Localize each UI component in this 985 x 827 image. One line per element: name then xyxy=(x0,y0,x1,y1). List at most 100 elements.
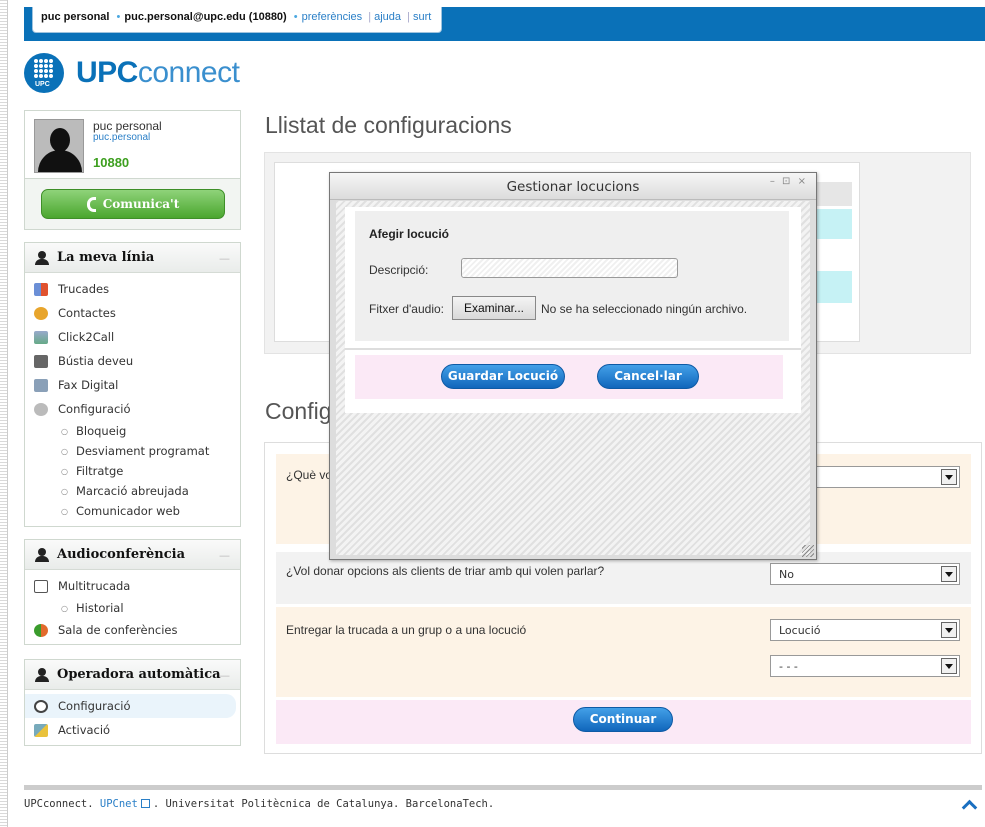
sidebar-item-trucades[interactable]: Trucades xyxy=(25,277,240,301)
sidebar-item-bustia[interactable]: Bústia deveu xyxy=(25,349,240,373)
divider xyxy=(345,348,801,350)
sidebar-subitem-comunicador[interactable]: Comunicador web xyxy=(25,501,240,521)
topbar-user-name: puc personal xyxy=(41,11,110,23)
panel-la-meva-linia: La meva línia — Trucades Contactes Click… xyxy=(24,242,241,527)
minimize-icon[interactable]: — xyxy=(219,252,230,265)
table-row[interactable] xyxy=(811,209,852,239)
continue-button[interactable]: Continuar xyxy=(573,707,673,732)
logo-small-text: UPC xyxy=(35,81,50,88)
footer-divider xyxy=(24,785,982,790)
sidebar-subitem-historial[interactable]: Historial xyxy=(25,598,240,618)
question-row-3: Entregar la trucada a un grup o a una lo… xyxy=(276,607,971,697)
contacts-icon xyxy=(34,306,48,320)
click2call-icon xyxy=(34,330,48,344)
sidebar-item-multitrucada[interactable]: Multitrucada xyxy=(25,574,240,598)
question-3-select-secondary[interactable]: - - - xyxy=(770,655,960,677)
chevron-down-icon xyxy=(941,658,957,674)
comunica-button[interactable]: Comunica't xyxy=(41,189,225,219)
user-tab: puc personal • puc.personal@upc.edu (1088… xyxy=(32,7,443,33)
top-bar: puc personal • puc.personal@upc.edu (1088… xyxy=(24,7,985,41)
preferences-link[interactable]: preferències xyxy=(302,11,363,23)
save-locution-button[interactable]: Guardar Locució xyxy=(441,364,565,389)
question-2-select[interactable]: No xyxy=(770,563,960,585)
sidebar-item-click2call[interactable]: Click2Call xyxy=(25,325,240,349)
fax-icon xyxy=(34,378,48,392)
sidebar-item-configuracio[interactable]: Configuració xyxy=(25,397,240,421)
question-label: ¿Vol donar opcions als clients de triar … xyxy=(286,564,605,578)
question-3-select[interactable]: Locució xyxy=(770,619,960,641)
profile-extension: 10880 xyxy=(93,155,130,170)
avatar xyxy=(34,119,84,173)
conference-room-icon xyxy=(34,623,48,637)
panel-header[interactable]: Operadora automàtica — xyxy=(25,660,240,690)
sidebar-subitem-bloqueig[interactable]: Bloqueig xyxy=(25,421,240,441)
dialog-content: Afegir locució Descripció: Fitxer d'audi… xyxy=(345,207,801,413)
calls-icon xyxy=(34,282,48,296)
scroll-top-icon[interactable] xyxy=(962,798,976,810)
phone-icon xyxy=(86,196,96,212)
dialog-title: Gestionar locucions xyxy=(506,179,640,195)
upcnet-link[interactable]: UPCnet xyxy=(100,798,138,810)
footer: UPCconnect. UPCnet. Universitat Politècn… xyxy=(24,798,495,810)
person-icon xyxy=(35,667,49,682)
manage-locutions-dialog: Gestionar locucions – ⊡ × Afegir locució… xyxy=(329,172,817,560)
page-title: Llistat de configuracions xyxy=(265,112,512,138)
voicemail-icon xyxy=(34,354,48,368)
separator: | xyxy=(368,11,372,23)
external-link-icon xyxy=(140,799,150,808)
minimize-icon[interactable]: — xyxy=(219,669,230,682)
table-row[interactable] xyxy=(811,271,852,303)
sidebar-item-contactes[interactable]: Contactes xyxy=(25,301,240,325)
sidebar-subitem-marcacio[interactable]: Marcació abreujada xyxy=(25,481,240,501)
dialog-body: Afegir locució Descripció: Fitxer d'audi… xyxy=(336,201,810,555)
browse-file-button[interactable]: Examinar... xyxy=(452,296,536,320)
panel-audioconferencia: Audioconferència — Multitrucada Historia… xyxy=(24,539,241,645)
profile-panel: puc personal puc.personal 10880 Comunica… xyxy=(24,110,241,230)
bullet-icon: • xyxy=(116,11,121,23)
minimize-icon[interactable]: — xyxy=(219,549,230,562)
form-title: Afegir locució xyxy=(369,227,450,241)
upc-logo-icon: UPC xyxy=(24,53,64,93)
panel-header[interactable]: La meva línia — xyxy=(25,243,240,273)
panel-header[interactable]: Audioconferència — xyxy=(25,540,240,570)
sidebar-item-sala[interactable]: Sala de conferències xyxy=(25,618,240,642)
table-header xyxy=(811,182,852,206)
section-title: Config xyxy=(265,398,332,424)
sidebar-item-op-configuracio[interactable]: Configuració xyxy=(25,694,236,718)
headset-icon xyxy=(34,699,48,713)
left-border-decoration xyxy=(0,0,8,827)
sidebar-item-fax[interactable]: Fax Digital xyxy=(25,373,240,397)
bullet-icon: • xyxy=(293,11,298,23)
logout-link[interactable]: surt xyxy=(413,11,431,23)
chevron-down-icon xyxy=(941,566,957,582)
gear-icon xyxy=(34,402,48,416)
profile-name: puc personal xyxy=(93,119,162,133)
cancel-button[interactable]: Cancel·lar xyxy=(597,364,699,389)
topbar-user-email: puc.personal@upc.edu (10880) xyxy=(124,11,287,23)
dialog-titlebar[interactable]: Gestionar locucions – ⊡ × xyxy=(330,173,816,200)
profile-username[interactable]: puc.personal xyxy=(93,132,150,143)
logo-text: UPCconnect xyxy=(76,56,240,89)
question-label: ¿Què vo xyxy=(286,468,333,482)
dialog-button-row: Guardar Locució Cancel·lar xyxy=(355,355,783,399)
add-locution-form: Afegir locució Descripció: Fitxer d'audi… xyxy=(355,211,789,341)
resize-handle-icon[interactable] xyxy=(802,545,814,557)
sidebar-subitem-filtratge[interactable]: Filtratge xyxy=(25,461,240,481)
audio-file-label: Fitxer d'audio: xyxy=(369,302,444,316)
help-link[interactable]: ajuda xyxy=(374,11,401,23)
sidebar-subitem-desviament[interactable]: Desviament programat xyxy=(25,441,240,461)
play-icon xyxy=(34,579,48,593)
chevron-down-icon xyxy=(941,622,957,638)
sidebar-item-activacio[interactable]: Activació xyxy=(25,718,240,742)
chevron-down-icon xyxy=(941,469,957,485)
description-input[interactable] xyxy=(461,258,678,278)
activation-icon xyxy=(34,723,48,737)
question-label: Entregar la trucada a un grup o a una lo… xyxy=(286,623,527,637)
person-icon xyxy=(35,250,49,265)
panel-operadora: Operadora automàtica — Configuració Acti… xyxy=(24,659,241,746)
file-status: No se ha seleccionado ningún archivo. xyxy=(541,302,748,316)
description-label: Descripció: xyxy=(369,263,429,277)
person-icon xyxy=(35,547,49,562)
upc-logo[interactable]: UPC UPCconnect xyxy=(24,52,240,94)
window-controls-icon[interactable]: – ⊡ × xyxy=(770,176,808,187)
